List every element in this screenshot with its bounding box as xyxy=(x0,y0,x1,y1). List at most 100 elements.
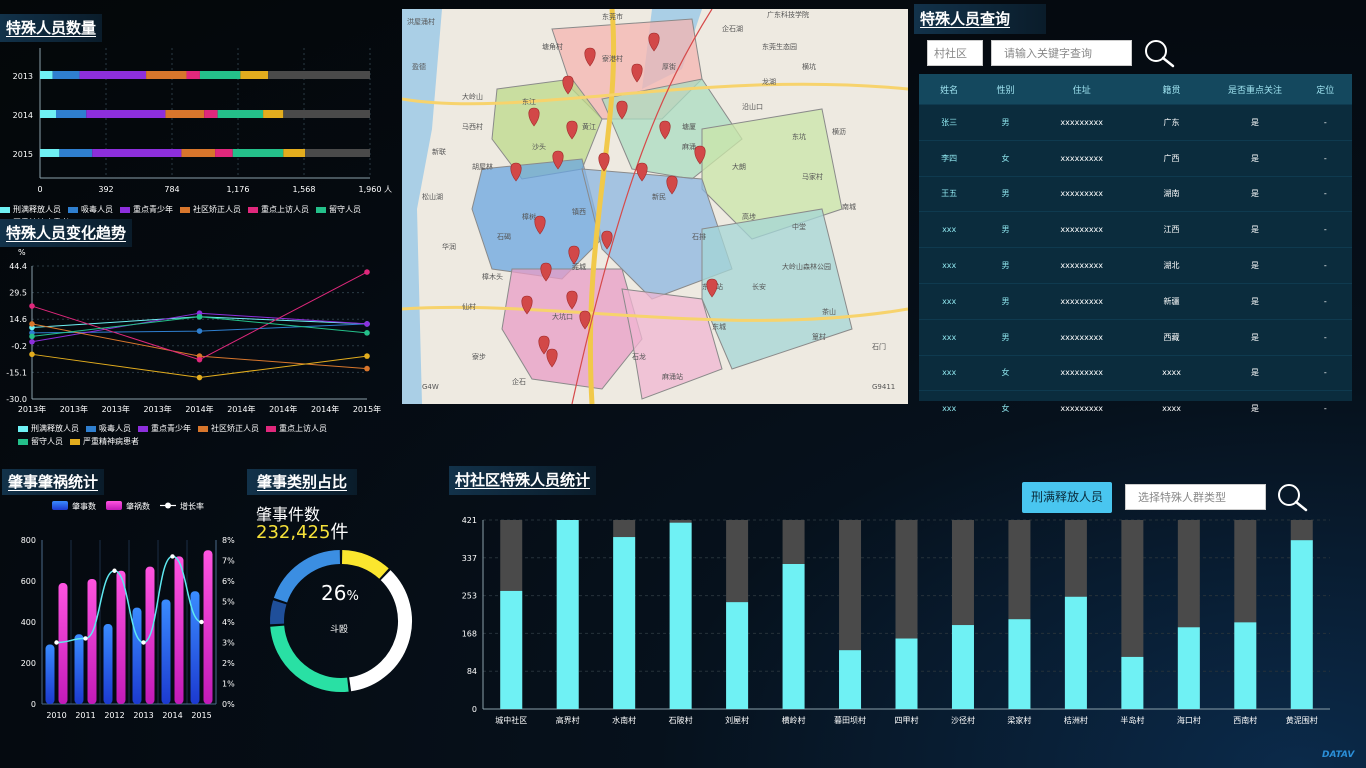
legend-label: 社区矫正人员 xyxy=(193,205,241,214)
y-tick-label: 400 xyxy=(21,618,36,627)
trend-point xyxy=(29,321,35,327)
table-cell[interactable]: - xyxy=(1298,390,1352,427)
legend-item[interactable]: 严重精神病患者 xyxy=(70,436,139,447)
legend-item[interactable]: 刑满释放人员 xyxy=(18,423,79,434)
incident-count-number: 232,425 xyxy=(256,522,331,543)
table-row[interactable]: xxx 男 xxxxxxxxx 湖北是 - xyxy=(919,247,1352,284)
bar-segment xyxy=(40,149,60,157)
table-header-row: 姓名 性别 住址 籍贯 是否重点关注 定位 xyxy=(919,74,1352,105)
bar-value xyxy=(500,590,523,709)
table-cell: xxx xyxy=(919,282,980,320)
map-place-label: 龙湖 xyxy=(762,77,776,86)
y2-tick-label: 5% xyxy=(222,598,235,607)
legend-item[interactable]: 吸毒人员 xyxy=(86,423,131,434)
search-icon[interactable] xyxy=(1142,38,1176,70)
map-place-label: 东莞市 xyxy=(602,12,623,21)
table-cell: 女 xyxy=(979,390,1032,427)
bar-segment xyxy=(215,149,233,157)
map-region xyxy=(701,208,853,370)
village-select[interactable]: 村社区 xyxy=(927,40,983,66)
legend-item[interactable]: 社区矫正人员 xyxy=(180,204,241,215)
bar-segment xyxy=(217,110,264,118)
map-place-label: 东江 xyxy=(522,97,536,106)
bar-segment xyxy=(165,110,205,118)
table-cell[interactable]: - xyxy=(1298,247,1352,284)
district-map-canvas[interactable]: 洪屋涌村 东莞市 广东科技学院东莞生态园 企石湖龙湖 寮港村沿山口东坑 横沥新民 马家村 盈德… xyxy=(402,9,908,404)
x-tick-label: 梁家村 xyxy=(1007,715,1031,725)
legend-item[interactable]: 重点上访人员 xyxy=(266,423,327,434)
table-row[interactable]: 张三男 xxxxxxxxx 广东是 - xyxy=(919,104,1352,141)
column-header: 是否重点关注 xyxy=(1211,74,1299,105)
legend-item[interactable]: 重点青少年 xyxy=(138,423,191,434)
legend-swatch xyxy=(52,501,68,510)
count-panel-title: 特殊人员数量 xyxy=(0,14,103,42)
legend-item[interactable]: 留守人员 xyxy=(18,436,63,447)
legend-item[interactable]: 重点青少年 xyxy=(120,204,173,215)
bar-segment xyxy=(186,71,200,79)
type-filter-button[interactable]: 刑满释放人员 xyxy=(1022,482,1112,513)
table-row[interactable]: xxx 女 xxxxxxxxx xxxx 是 - xyxy=(919,354,1352,391)
table-cell[interactable]: - xyxy=(1298,104,1352,141)
legend-label: 留守人员 xyxy=(329,205,361,214)
table-row[interactable]: xxx 男 xxxxxxxxx 西藏是 - xyxy=(919,318,1352,356)
map-place-label: 石门 xyxy=(872,342,886,351)
y-tick-label: 29.5 xyxy=(9,289,27,298)
table-cell[interactable]: - xyxy=(1298,211,1352,248)
keyword-search-input[interactable]: 请输入关键字查询 xyxy=(991,40,1132,66)
map-place-label: 南城 xyxy=(842,202,856,211)
donut-segment xyxy=(270,600,287,625)
legend-item[interactable]: 社区矫正人员 xyxy=(198,423,259,434)
map-pin-icon xyxy=(598,152,610,172)
legend-label: 刑满释放人员 xyxy=(13,205,61,214)
table-row[interactable]: xxx 男 xxxxxxxxx 新疆是 - xyxy=(919,282,1352,320)
legend-item[interactable]: 吸毒人员 xyxy=(68,204,113,215)
legend-label: 重点上访人员 xyxy=(261,205,309,214)
x-tick-label: 水南村 xyxy=(612,715,636,725)
table-cell: xxxxxxxxx xyxy=(1031,354,1132,391)
legend-item[interactable]: 重点上访人员 xyxy=(248,204,309,215)
table-row[interactable]: xxx 男 xxxxxxxxx 江西是 - xyxy=(919,211,1352,248)
trend-point xyxy=(364,269,370,275)
type-search-icon[interactable] xyxy=(1275,482,1309,514)
map-place-label: 石排 xyxy=(692,232,706,241)
accident-panel-title: 肇事肇祸统计 xyxy=(2,469,105,495)
donut-percent: 26% xyxy=(321,581,359,605)
bar-remainder xyxy=(283,110,370,118)
table-cell: 男 xyxy=(979,282,1032,320)
y-tick-label: 2014 xyxy=(13,111,33,120)
map-place-label: 大朗 xyxy=(732,162,746,171)
legend-item[interactable]: 刑满释放人员 xyxy=(0,204,61,215)
x-unit-label: 人 xyxy=(384,185,392,194)
district-map[interactable]: 洪屋涌村 东莞市 广东科技学院 东莞生态园 企石湖 龙湖 寮港村 沿山口 东坑 横沥 新民 马家村 盈德… xyxy=(402,9,908,404)
bar-value xyxy=(556,520,579,709)
legend-label: 留守人员 xyxy=(31,437,63,446)
table-cell[interactable]: - xyxy=(1298,354,1352,391)
table-cell[interactable]: - xyxy=(1298,139,1352,177)
column-header: 定位 xyxy=(1298,74,1352,105)
legend-item[interactable]: 留守人员 xyxy=(316,204,361,215)
incident-count-unit: 件 xyxy=(330,522,349,543)
table-row[interactable]: xxx 女 xxxxxxxxx xxxx 是 - xyxy=(919,390,1352,427)
community-chart: 421 337 253 168 84 0 城中社区 高界村 水南村 石陂村 刘屋村 横岭村 暮田坝村 四甲… xyxy=(462,516,1330,725)
disaster-bar xyxy=(174,556,184,704)
map-place-label: 广东科技学院 xyxy=(767,10,809,19)
map-place-label: 麻涌站 xyxy=(662,372,683,381)
x-tick-label: 海口村 xyxy=(1177,715,1201,725)
table-cell: xxxx xyxy=(1131,354,1212,391)
table-row[interactable]: 李四女 xxxxxxxxx 广西是 - xyxy=(919,139,1352,177)
table-cell[interactable]: - xyxy=(1298,175,1352,212)
y-tick-label: 0 xyxy=(31,700,36,709)
bar-segment xyxy=(283,149,306,157)
bar-segment xyxy=(52,71,80,79)
table-cell: xxxxxxxxx xyxy=(1031,104,1132,141)
table-cell[interactable]: - xyxy=(1298,282,1352,320)
y2-tick-label: 0% xyxy=(222,700,235,709)
count-chart: 0 392 784 1,176 1,568 1,960 人 2013 2014 2015 xyxy=(13,48,392,194)
y-tick-label: -30.0 xyxy=(6,395,27,404)
legend-swatch xyxy=(248,206,258,213)
type-select-input[interactable]: 选择特殊人群类型 xyxy=(1125,484,1266,510)
table-cell[interactable]: - xyxy=(1298,318,1352,356)
bar-value xyxy=(726,602,749,709)
x-tick-label: 2013年 xyxy=(102,404,130,414)
table-row[interactable]: 王五男 xxxxxxxxx 湖南是 - xyxy=(919,175,1352,212)
